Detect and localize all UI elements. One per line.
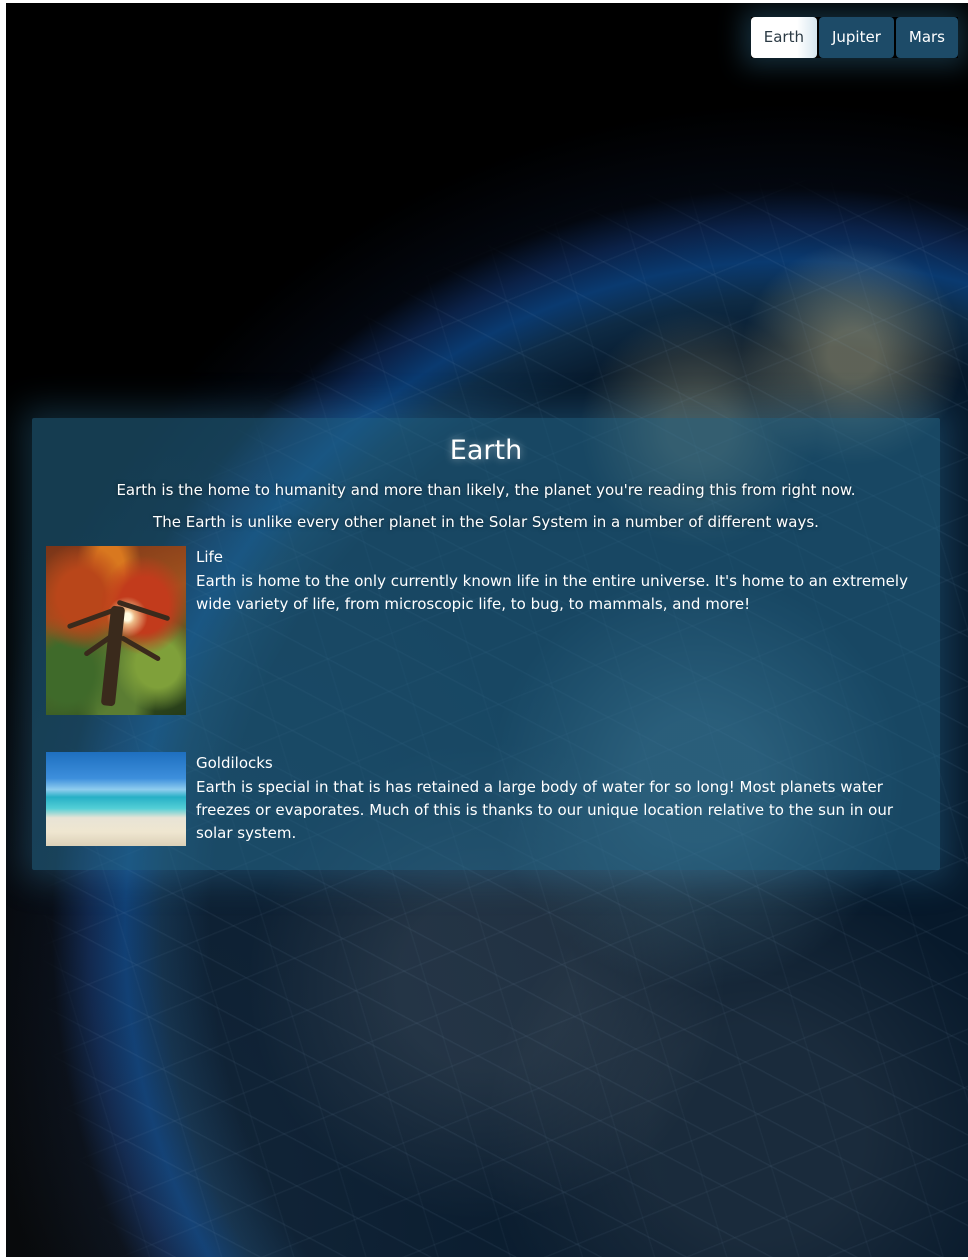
feature-heading: Goldilocks: [196, 754, 273, 772]
tree-branch: [119, 635, 162, 662]
planet-nav: Earth Jupiter Mars: [750, 17, 958, 58]
feature-goldilocks-text: Goldilocks Earth is special in that is h…: [196, 752, 926, 845]
nav-mars-button[interactable]: Mars: [895, 17, 958, 58]
intro-line-2: The Earth is unlike every other planet i…: [153, 513, 819, 531]
feature-life-text: Life Earth is home to the only currently…: [196, 546, 926, 616]
planet-title: Earth: [449, 435, 523, 466]
nav-jupiter-button[interactable]: Jupiter: [818, 17, 894, 58]
autumn-tree-image: [46, 546, 186, 715]
tree-trunk: [100, 605, 126, 707]
feature-description: Earth is home to the only currently know…: [196, 572, 908, 613]
feature-heading: Life: [196, 548, 224, 566]
nav-earth-button[interactable]: Earth: [750, 17, 817, 58]
page-background: Earth Jupiter Mars Earth Earth is the ho…: [6, 3, 968, 1257]
feature-goldilocks: Goldilocks Earth is special in that is h…: [46, 752, 926, 848]
feature-description: Earth is special in that is has retained…: [196, 778, 894, 842]
feature-life: Life Earth is home to the only currently…: [46, 546, 926, 716]
planet-info-panel: Earth Earth is the home to humanity and …: [32, 418, 940, 870]
intro-line-1: Earth is the home to humanity and more t…: [116, 481, 856, 499]
beach-image: [46, 752, 186, 846]
